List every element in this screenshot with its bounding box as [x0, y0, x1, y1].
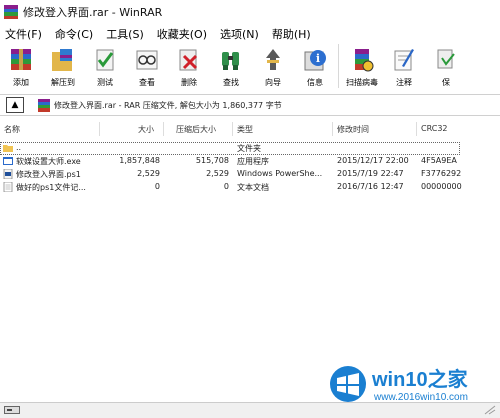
view-icon — [133, 46, 161, 74]
drive-icon — [4, 406, 20, 414]
column-divider[interactable] — [163, 122, 164, 136]
menu-commands[interactable]: 命令(C) — [50, 26, 98, 42]
comment-icon — [390, 46, 418, 74]
powershell-script-icon — [3, 169, 13, 179]
file-type: Windows PowerShe... — [237, 169, 323, 178]
delete-label: 删除 — [181, 78, 197, 87]
delete-icon — [175, 46, 203, 74]
svg-text:i: i — [316, 52, 320, 65]
protect-label: 保 — [442, 78, 450, 87]
info-icon: i — [301, 46, 329, 74]
toolbar: 添加 解压到 测试 查看 删除 查找 向导 i 信息 扫描病毒 注释 保 — [0, 44, 500, 92]
list-item[interactable]: 修改登入界面.ps1 2,529 2,529 Windows PowerShe.… — [0, 168, 500, 181]
file-modified: 2015/12/17 22:00 — [337, 156, 409, 165]
delete-button[interactable]: 删除 — [168, 44, 210, 90]
path-bar: ▲ 修改登入界面.rar - RAR 压缩文件, 解包大小为 1,860,377… — [0, 94, 500, 116]
extract-icon — [49, 46, 77, 74]
file-name: 修改登入界面.ps1 — [16, 170, 81, 179]
winrar-app-icon — [4, 5, 18, 19]
menu-favorites[interactable]: 收藏夹(O) — [152, 26, 212, 42]
file-crc: 00000000 — [421, 182, 462, 191]
wizard-button[interactable]: 向导 — [252, 44, 294, 90]
column-name[interactable]: 名称 — [4, 124, 20, 135]
protect-button[interactable]: 保 — [425, 44, 467, 90]
toolbar-separator — [338, 44, 339, 88]
extract-button[interactable]: 解压到 — [42, 44, 84, 90]
menu-tools[interactable]: 工具(S) — [101, 26, 149, 42]
test-label: 测试 — [97, 78, 113, 87]
up-folder-button[interactable]: ▲ — [6, 97, 24, 113]
file-modified: 2015/7/19 22:47 — [337, 169, 404, 178]
archive-icon — [38, 98, 50, 112]
comment-label: 注释 — [396, 78, 412, 87]
info-label: 信息 — [307, 78, 323, 87]
file-name: 做好的ps1文件记... — [16, 183, 86, 192]
column-packed[interactable]: 压缩后大小 — [176, 124, 216, 135]
file-type: 应用程序 — [237, 157, 269, 166]
column-divider[interactable] — [99, 122, 100, 136]
file-packed-size: 2,529 — [206, 169, 229, 178]
file-crc: 4F5A9EA — [421, 156, 457, 165]
watermark-brand: win10之家 — [372, 369, 468, 391]
file-packed-size: 515,708 — [195, 156, 229, 165]
extract-label: 解压到 — [51, 78, 75, 87]
protect-icon — [432, 46, 460, 74]
win10-logo-icon — [330, 366, 366, 402]
wizard-label: 向导 — [265, 78, 281, 87]
menu-help[interactable]: 帮助(H) — [267, 26, 316, 42]
virus-scan-button[interactable]: 扫描病毒 — [341, 44, 383, 90]
menu-options[interactable]: 选项(N) — [215, 26, 264, 42]
virus-scan-icon — [348, 46, 376, 74]
add-label: 添加 — [13, 78, 29, 87]
file-list-header: 名称 大小 压缩后大小 类型 修改时间 CRC32 — [0, 120, 500, 138]
list-item[interactable]: 软媒设置大师.exe 1,857,848 515,708 应用程序 2015/1… — [0, 155, 500, 168]
column-crc[interactable]: CRC32 — [421, 124, 448, 133]
test-button[interactable]: 测试 — [84, 44, 126, 90]
comment-button[interactable]: 注释 — [383, 44, 425, 90]
file-size: 1,857,848 — [119, 156, 160, 165]
info-button[interactable]: i 信息 — [294, 44, 336, 90]
column-size[interactable]: 大小 — [138, 124, 154, 135]
add-button[interactable]: 添加 — [0, 44, 42, 90]
view-button[interactable]: 查看 — [126, 44, 168, 90]
resize-grip-icon[interactable] — [484, 405, 496, 415]
folder-icon — [3, 145, 13, 152]
column-type[interactable]: 类型 — [237, 124, 253, 135]
column-modified[interactable]: 修改时间 — [337, 124, 369, 135]
file-crc: F3776292 — [421, 169, 462, 178]
up-arrow-icon: ▲ — [11, 100, 19, 110]
file-size: 0 — [154, 182, 160, 191]
file-packed-size: 0 — [223, 182, 229, 191]
list-item[interactable]: 做好的ps1文件记... 0 0 文本文档 2016/7/16 12:47 00… — [0, 181, 500, 194]
add-icon — [7, 46, 35, 74]
test-icon — [91, 46, 119, 74]
find-button[interactable]: 查找 — [210, 44, 252, 90]
file-type: 文件夹 — [237, 144, 261, 153]
exe-icon — [3, 157, 13, 165]
archive-path: 修改登入界面.rar - RAR 压缩文件, 解包大小为 1,860,377 字… — [54, 100, 282, 110]
column-divider[interactable] — [332, 122, 333, 136]
file-size: 2,529 — [137, 169, 160, 178]
title-bar: 修改登入界面.rar - WinRAR — [0, 0, 500, 24]
status-bar — [0, 402, 500, 418]
find-icon — [217, 46, 245, 74]
window-title: 修改登入界面.rar - WinRAR — [23, 6, 163, 19]
file-name: 软媒设置大师.exe — [16, 157, 81, 166]
file-type: 文本文档 — [237, 183, 269, 192]
file-name: .. — [16, 143, 22, 152]
list-item[interactable]: .. 文件夹 — [0, 142, 460, 155]
column-divider[interactable] — [232, 122, 233, 136]
view-label: 查看 — [139, 78, 155, 87]
file-modified: 2016/7/16 12:47 — [337, 182, 404, 191]
find-label: 查找 — [223, 78, 239, 87]
wizard-icon — [259, 46, 287, 74]
menu-bar: 文件(F) 命令(C) 工具(S) 收藏夹(O) 选项(N) 帮助(H) — [0, 24, 500, 44]
virus-scan-label: 扫描病毒 — [346, 78, 378, 87]
menu-file[interactable]: 文件(F) — [0, 26, 47, 42]
text-document-icon — [3, 182, 13, 192]
column-divider[interactable] — [416, 122, 417, 136]
